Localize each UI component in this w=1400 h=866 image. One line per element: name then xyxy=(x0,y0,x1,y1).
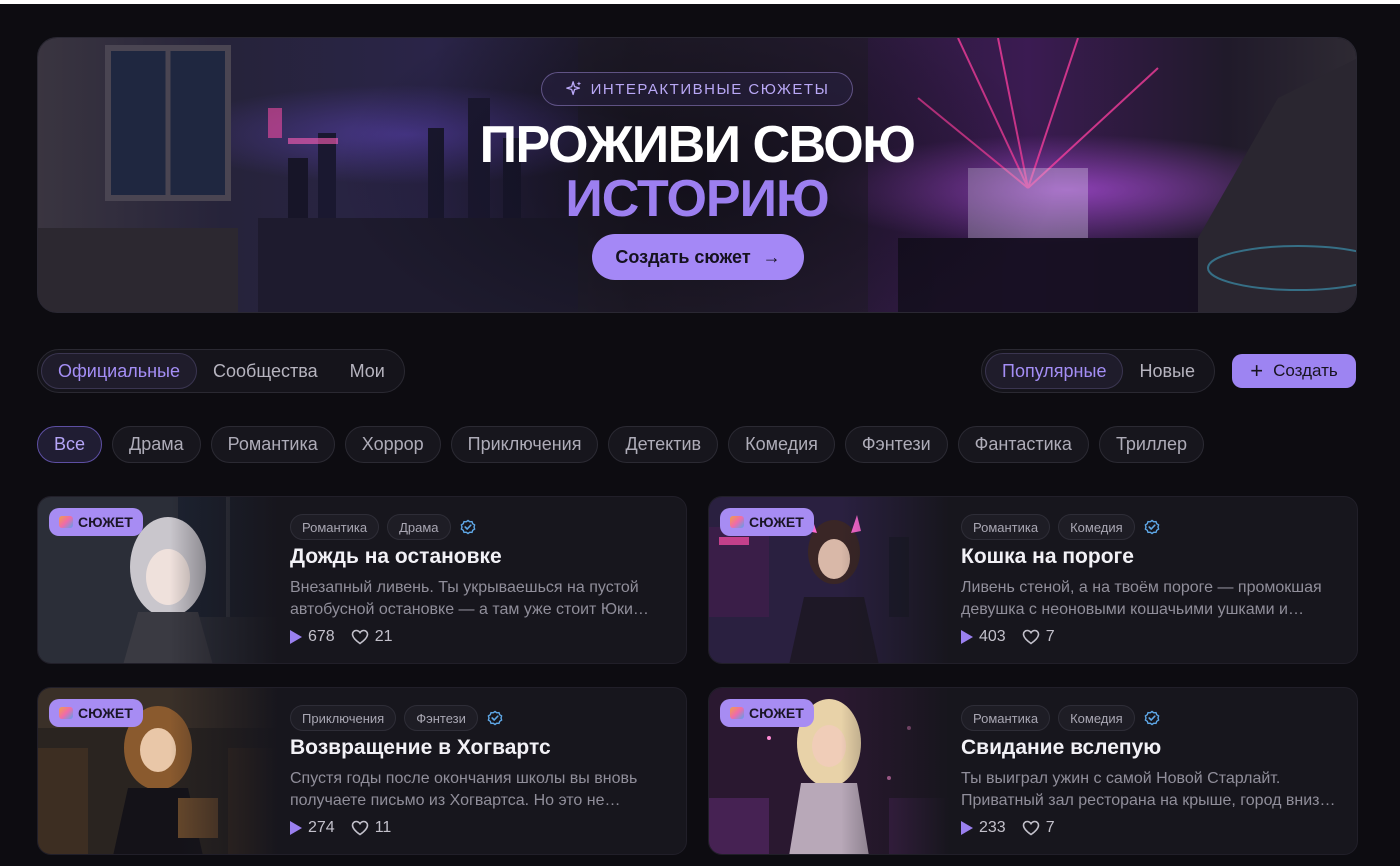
plot-badge-label: СЮЖЕТ xyxy=(78,705,133,721)
tab-official[interactable]: Официальные xyxy=(41,353,198,389)
card-title: Свидание вслепую xyxy=(961,736,1162,759)
create-button[interactable]: + Создать xyxy=(1232,354,1356,388)
card-title: Дождь на остановке xyxy=(290,545,502,568)
plot-card[interactable]: СЮЖЕТ Романтика Драма Дождь на остановке… xyxy=(37,496,687,664)
card-genre-tag: Драма xyxy=(387,514,451,540)
plot-badge: СЮЖЕТ xyxy=(720,508,814,536)
play-icon xyxy=(961,630,973,644)
source-tabs: Официальные Сообщества Мои xyxy=(37,349,405,393)
card-stats: 403 7 xyxy=(961,628,1055,646)
genre-chip-detective[interactable]: Детектив xyxy=(608,426,719,463)
plays-count: 274 xyxy=(308,819,335,836)
genre-chip-thriller[interactable]: Триллер xyxy=(1098,426,1205,463)
card-description: Спустя годы после окончания школы вы вно… xyxy=(290,770,638,809)
create-plot-button[interactable]: Создать сюжет → xyxy=(592,234,804,280)
plays-count: 678 xyxy=(308,628,335,645)
likes-count: 7 xyxy=(1045,628,1055,645)
card-title: Кошка на пороге xyxy=(961,545,1134,568)
verified-icon xyxy=(1144,710,1160,726)
plot-card[interactable]: СЮЖЕТ Приключения Фэнтези Возвращение в … xyxy=(37,687,687,855)
card-genre-tag: Приключения xyxy=(290,705,397,731)
tab-popular[interactable]: Популярные xyxy=(985,353,1124,389)
hero-title-line1: ПРОЖИВИ СВОЮ xyxy=(479,116,916,174)
genre-filter: Все Драма Романтика Хоррор Приключения Д… xyxy=(37,426,1205,463)
heart-icon xyxy=(351,820,369,836)
hero-title-line2: ИСТОРИЮ xyxy=(565,170,829,228)
tab-new[interactable]: Новые xyxy=(1123,353,1211,389)
card-genres: Романтика Комедия xyxy=(961,705,1161,731)
genre-chip-scifi[interactable]: Фантастика xyxy=(957,426,1089,463)
card-genres: Романтика Комедия xyxy=(961,514,1161,540)
tab-communities[interactable]: Сообщества xyxy=(197,353,334,389)
plays-count: 403 xyxy=(979,628,1006,645)
likes-stat[interactable]: 21 xyxy=(351,628,393,646)
verified-icon xyxy=(1144,519,1160,535)
likes-count: 7 xyxy=(1045,819,1055,836)
card-title: Возвращение в Хогвартс xyxy=(290,736,551,759)
play-icon xyxy=(961,821,973,835)
card-genre-tag: Комедия xyxy=(1058,705,1135,731)
plot-card[interactable]: СЮЖЕТ Романтика Комедия Кошка на пороге … xyxy=(708,496,1358,664)
arrow-right-icon: → xyxy=(762,246,781,267)
plus-icon: + xyxy=(1250,358,1264,383)
sparkle-icon xyxy=(565,81,581,96)
theater-mask-icon xyxy=(59,516,73,528)
hero-badge: ИНТЕРАКТИВНЫЕ СЮЖЕТЫ xyxy=(541,72,853,106)
genre-chip-all[interactable]: Все xyxy=(37,426,103,463)
card-genre-tag: Романтика xyxy=(961,514,1051,540)
plot-badge-label: СЮЖЕТ xyxy=(749,514,804,530)
play-icon xyxy=(290,630,302,644)
hero-badge-label: ИНТЕРАКТИВНЫЕ СЮЖЕТЫ xyxy=(590,80,830,98)
heart-icon xyxy=(1022,629,1040,645)
plays-count: 233 xyxy=(979,819,1006,836)
genre-chip-fantasy[interactable]: Фэнтези xyxy=(844,426,948,463)
plot-card[interactable]: СЮЖЕТ Романтика Комедия Свидание вслепую… xyxy=(708,687,1358,855)
likes-stat[interactable]: 11 xyxy=(351,819,392,837)
plot-badge-label: СЮЖЕТ xyxy=(749,705,804,721)
theater-mask-icon xyxy=(730,516,744,528)
plot-badge: СЮЖЕТ xyxy=(49,699,143,727)
card-genres: Романтика Драма xyxy=(290,514,477,540)
card-genre-tag: Романтика xyxy=(290,514,380,540)
plays-stat: 403 xyxy=(961,628,1006,646)
card-stats: 233 7 xyxy=(961,819,1055,837)
heart-icon xyxy=(1022,820,1040,836)
card-description: Внезапный ливень. Ты укрываешься на пуст… xyxy=(290,579,649,618)
card-genre-tag: Фэнтези xyxy=(404,705,478,731)
card-stats: 678 21 xyxy=(290,628,393,646)
plot-badge: СЮЖЕТ xyxy=(720,699,814,727)
verified-icon xyxy=(460,519,475,535)
plays-stat: 233 xyxy=(961,819,1006,837)
tab-mine[interactable]: Мои xyxy=(334,353,401,389)
genre-chip-romance[interactable]: Романтика xyxy=(210,426,335,463)
plays-stat: 274 xyxy=(290,819,335,837)
create-button-label: Создать xyxy=(1273,361,1338,380)
likes-count: 21 xyxy=(374,628,393,645)
card-genre-tag: Комедия xyxy=(1058,514,1135,540)
card-description: Ты выиграл ужин с самой Новой Старлайт. … xyxy=(961,770,1336,809)
create-plot-label: Создать сюжет xyxy=(615,246,751,267)
app: ИНТЕРАКТИВНЫЕ СЮЖЕТЫ ПРОЖИВИ СВОЮ ИСТОРИ… xyxy=(0,4,1400,866)
verified-icon xyxy=(487,710,503,726)
likes-stat[interactable]: 7 xyxy=(1022,628,1055,646)
likes-count: 11 xyxy=(374,819,392,836)
likes-stat[interactable]: 7 xyxy=(1022,819,1055,837)
genre-chip-drama[interactable]: Драма xyxy=(112,426,201,463)
play-icon xyxy=(290,821,302,835)
theater-mask-icon xyxy=(59,707,73,719)
plays-stat: 678 xyxy=(290,628,335,646)
card-description: Ливень стеной, а на твоём пороге — промо… xyxy=(961,579,1322,618)
card-stats: 274 11 xyxy=(290,819,391,837)
genre-chip-adventure[interactable]: Приключения xyxy=(450,426,599,463)
plot-badge: СЮЖЕТ xyxy=(49,508,143,536)
genre-chip-horror[interactable]: Хоррор xyxy=(344,426,441,463)
card-genres: Приключения Фэнтези xyxy=(290,705,504,731)
plot-badge-label: СЮЖЕТ xyxy=(78,514,133,530)
heart-icon xyxy=(351,629,369,645)
hero-banner: ИНТЕРАКТИВНЫЕ СЮЖЕТЫ ПРОЖИВИ СВОЮ ИСТОРИ… xyxy=(37,37,1357,313)
sort-tabs: Популярные Новые xyxy=(981,349,1215,393)
theater-mask-icon xyxy=(730,707,744,719)
card-genre-tag: Романтика xyxy=(961,705,1051,731)
genre-chip-comedy[interactable]: Комедия xyxy=(728,426,835,463)
